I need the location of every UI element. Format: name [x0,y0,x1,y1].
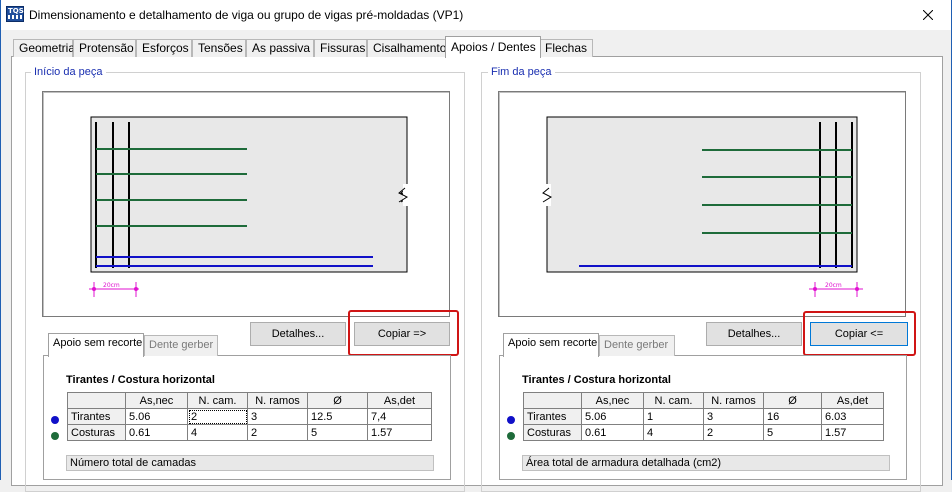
table-cell[interactable]: 5 [763,424,822,441]
dimension-node-left [92,287,96,291]
title-bar[interactable]: TQS Dimensionamento e detalhamento de vi… [1,0,951,30]
table-row: Costuras 0.61 4 2 5 1.57 [523,424,884,441]
row-label: Costuras [67,424,126,441]
tab-protensao[interactable]: Protensão [73,39,136,57]
group-fim-legend: Fim da peça [488,66,555,78]
dimension-node-left [813,287,817,291]
col-header: N. cam. [187,392,248,409]
tab-esforcos[interactable]: Esforços [136,39,192,57]
table-title-left: Tirantes / Costura horizontal [66,374,215,386]
beam-outline [90,116,408,273]
col-header [67,392,126,409]
dimension-node-right [855,287,859,291]
col-header: As,nec [581,392,644,409]
table-cell[interactable]: 1 [643,408,704,425]
row-label: Costuras [523,424,582,441]
dimension-label: 20cm [825,282,842,289]
subtab-dente-gerber-right[interactable]: Dente gerber [599,335,675,356]
copy-right-button[interactable]: Copiar => [354,322,450,346]
table-cell[interactable]: 1.57 [367,424,432,441]
table-cell[interactable]: 4 [187,424,248,441]
group-inicio-legend: Início da peça [31,66,106,78]
app-icon: TQS [6,6,24,22]
status-hint-right: Área total de armadura detalhada (cm2) [522,455,890,471]
drawing-fim: 20cm [498,91,906,317]
col-header: Ø [307,392,368,409]
table-row: Tirantes 5.06 2 3 12.5 7,4 [67,408,432,425]
break-gap [537,184,551,206]
col-header [523,392,582,409]
tab-as-passiva[interactable]: As passiva [246,39,314,57]
main-window: TQS Dimensionamento e detalhamento de vi… [0,0,952,492]
table-header-row: As,nec N. cam. N. ramos Ø As,det [67,392,432,409]
table-row: Costuras 0.61 4 2 5 1.57 [67,424,432,441]
table-cell[interactable]: 2 [247,424,308,441]
break-gap [403,184,415,206]
table-cell[interactable]: 5.06 [125,408,188,425]
tirantes-dot-icon [51,416,59,424]
table-cell[interactable]: 16 [763,408,822,425]
table-cell[interactable]: 7,4 [367,408,432,425]
tirantes-table-right: As,nec N. cam. N. ramos Ø As,det Tirante… [523,392,884,441]
tab-flechas[interactable]: Flechas [539,39,593,57]
table-cell[interactable]: 0.61 [125,424,188,441]
table-cell[interactable]: 4 [643,424,704,441]
col-header: As,det [821,392,884,409]
tirantes-dot-icon [507,416,515,424]
col-header: As,det [367,392,432,409]
dimension-node-right [134,287,138,291]
close-button[interactable] [905,0,951,30]
tab-geometria[interactable]: Geometria [13,39,75,57]
table-row: Tirantes 5.06 1 3 16 6.03 [523,408,884,425]
tirantes-table-left: As,nec N. cam. N. ramos Ø As,det Tirante… [67,392,432,441]
subtab-dente-gerber-left[interactable]: Dente gerber [144,335,218,356]
table-title-right: Tirantes / Costura horizontal [522,374,671,386]
col-header: N. ramos [247,392,308,409]
table-cell[interactable]: 5.06 [581,408,644,425]
status-hint-left: Número total de camadas [66,455,434,471]
table-cell[interactable]: 2 [187,408,248,425]
row-label: Tirantes [523,408,582,425]
table-cell[interactable]: 3 [247,408,308,425]
costuras-dot-icon [507,432,515,440]
section-drawing-right: 20cm [537,116,863,297]
dimension-label: 20cm [103,282,120,289]
tab-fissuras[interactable]: Fissuras [314,39,367,57]
table-cell[interactable]: 6.03 [821,408,884,425]
window-title: Dimensionamento e detalhamento de viga o… [29,8,464,22]
close-icon [923,10,933,20]
tab-apoios-dentes[interactable]: Apoios / Dentes [445,36,541,58]
details-button-right[interactable]: Detalhes... [706,322,802,346]
table-cell[interactable]: 5 [307,424,368,441]
table-cell[interactable]: 3 [703,408,764,425]
col-header: N. ramos [703,392,764,409]
copy-left-button[interactable]: Copiar <= [810,322,908,346]
tab-cisalhamento[interactable]: Cisalhamento [367,39,447,57]
subtab-apoio-sem-recorte-right[interactable]: Apoio sem recorte [503,333,599,357]
row-label: Tirantes [67,408,126,425]
beam-outline [546,116,858,273]
costuras-dot-icon [51,432,59,440]
table-header-row: As,nec N. cam. N. ramos Ø As,det [523,392,884,409]
drawing-inicio: 20cm [42,91,450,317]
col-header: Ø [763,392,822,409]
col-header: As,nec [125,392,188,409]
app-icon-text: TQS [8,7,24,15]
section-drawing-left: 20cm [89,116,415,297]
subtab-apoio-sem-recorte-left[interactable]: Apoio sem recorte [48,333,144,357]
col-header: N. cam. [643,392,704,409]
tab-tensoes[interactable]: Tensões [192,39,246,57]
table-cell[interactable]: 0.61 [581,424,644,441]
table-cell[interactable]: 12.5 [307,408,368,425]
table-cell[interactable]: 2 [703,424,764,441]
details-button-left[interactable]: Detalhes... [250,322,346,346]
table-cell[interactable]: 1.57 [821,424,884,441]
